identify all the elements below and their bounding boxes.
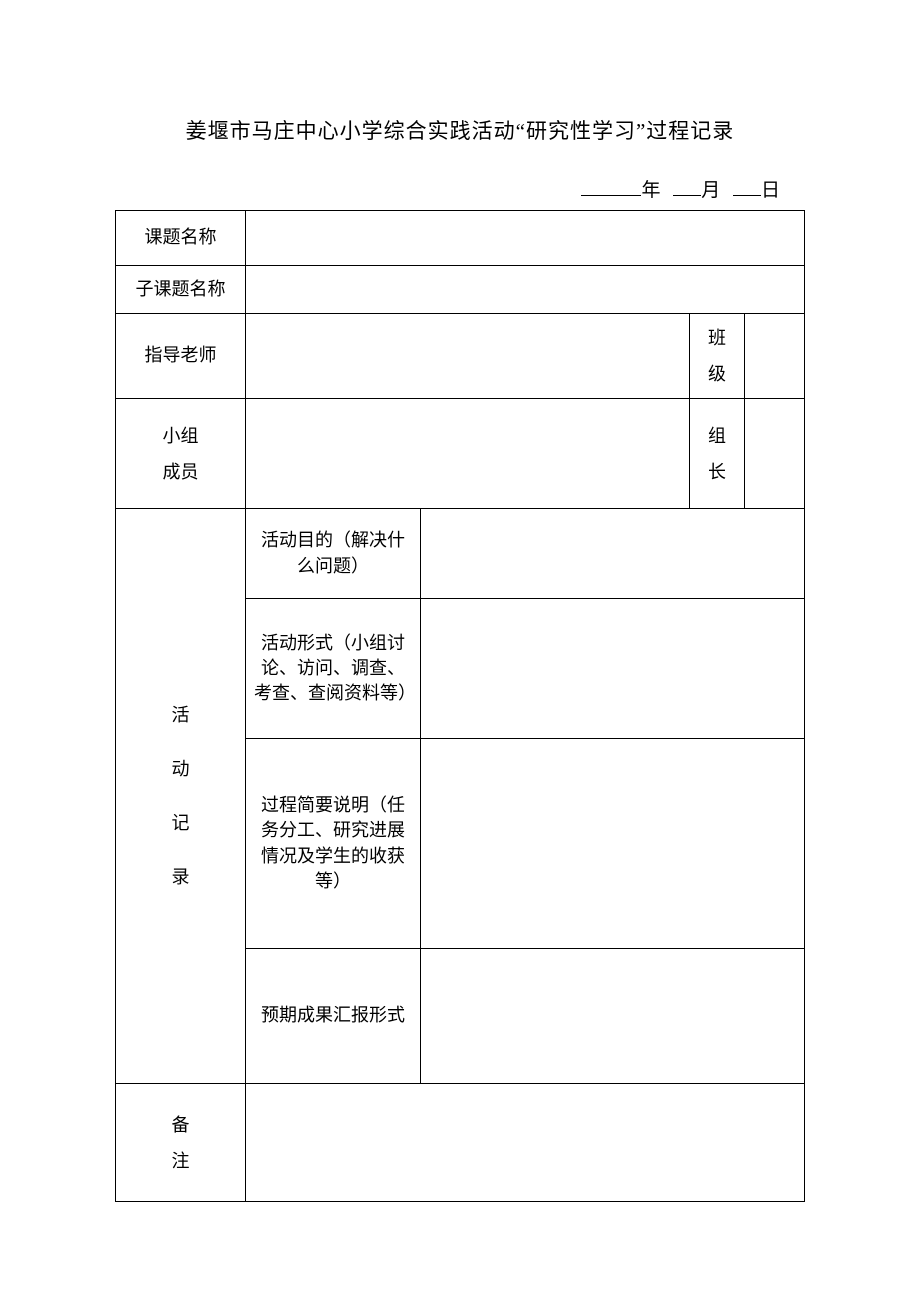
value-activity-format[interactable]: [421, 599, 805, 739]
label-activity-format: 活动形式（小组讨论、访问、调查、考查、查阅资料等）: [246, 599, 421, 739]
date-day-label: 日: [761, 180, 780, 201]
value-activity-purpose[interactable]: [421, 509, 805, 599]
value-group-members[interactable]: [246, 399, 690, 509]
label-remarks: 备注: [116, 1084, 246, 1202]
label-activity-expected: 预期成果汇报形式: [246, 949, 421, 1084]
date-year-label: 年: [641, 180, 660, 201]
label-activity-process: 过程简要说明（任务分工、研究进展情况及学生的收获等）: [246, 739, 421, 949]
page-title: 姜堰市马庄中心小学综合实践活动“研究性学习”过程记录: [115, 115, 805, 145]
value-sub-topic-name[interactable]: [246, 266, 805, 314]
label-sub-topic-name: 子课题名称: [116, 266, 246, 314]
form-table: 课题名称 子课题名称 指导老师 班级 小组成员 组长: [115, 210, 805, 1202]
value-remarks[interactable]: [246, 1084, 805, 1202]
row-remarks: 备注: [116, 1084, 805, 1202]
value-advisor[interactable]: [246, 314, 690, 399]
label-topic-name: 课题名称: [116, 211, 246, 266]
date-month-label: 月: [701, 180, 720, 201]
date-line: 年 月 日: [115, 175, 805, 202]
row-activity-purpose: 活 动 记 录 活动目的（解决什么问题）: [116, 509, 805, 599]
label-group-leader: 组长: [690, 399, 745, 509]
date-month-blank[interactable]: [673, 177, 701, 196]
label-group-members: 小组成员: [116, 399, 246, 509]
row-advisor: 指导老师 班级: [116, 314, 805, 399]
label-advisor: 指导老师: [116, 314, 246, 399]
value-class[interactable]: [745, 314, 805, 399]
value-topic-name[interactable]: [246, 211, 805, 266]
label-activity-purpose: 活动目的（解决什么问题）: [246, 509, 421, 599]
row-topic-name: 课题名称: [116, 211, 805, 266]
value-activity-process[interactable]: [421, 739, 805, 949]
date-day-blank[interactable]: [733, 177, 761, 196]
value-activity-expected[interactable]: [421, 949, 805, 1084]
date-year-blank[interactable]: [581, 177, 641, 196]
document-page: 姜堰市马庄中心小学综合实践活动“研究性学习”过程记录 年 月 日 课题名称 子课…: [0, 0, 920, 1202]
label-class: 班级: [690, 314, 745, 399]
row-sub-topic-name: 子课题名称: [116, 266, 805, 314]
value-group-leader[interactable]: [745, 399, 805, 509]
row-group-members: 小组成员 组长: [116, 399, 805, 509]
label-activity-record: 活 动 记 录: [116, 509, 246, 1084]
